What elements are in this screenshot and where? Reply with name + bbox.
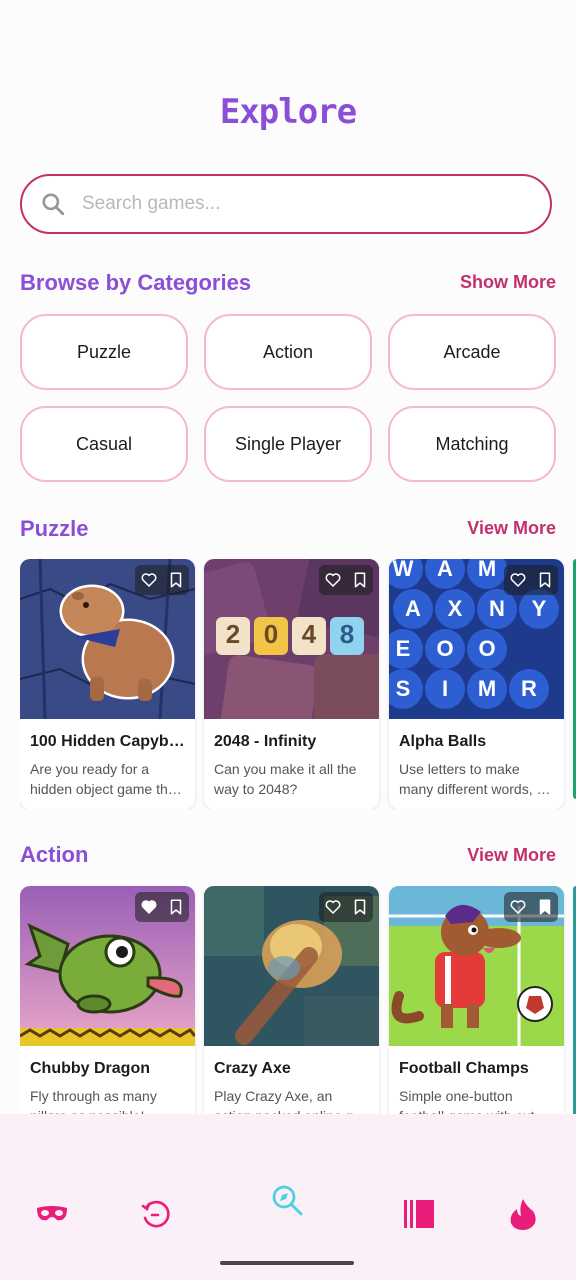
search-icon (42, 193, 65, 216)
card-actions (504, 565, 558, 595)
game-card-chubby-dragon[interactable]: Chubby Dragon Fly through as many pillar… (20, 886, 195, 1136)
page-title: Explore (219, 92, 357, 132)
tile-label: 2 (225, 619, 241, 649)
game-title: Football Champs (399, 1060, 529, 1077)
game-thumbnail (20, 886, 195, 1046)
game-title: Chubby Dragon (30, 1060, 150, 1077)
action-section-title: Action (20, 842, 89, 867)
nav-mask[interactable] (32, 1194, 72, 1234)
category-chip-puzzle[interactable]: Puzzle (20, 314, 188, 390)
puzzle-view-more-link[interactable]: View More (467, 518, 556, 539)
game-card-crazy-axe[interactable]: Crazy Axe Play Crazy Axe, an action pack… (204, 886, 379, 1136)
history-icon (141, 1200, 170, 1228)
letter-ball: O (467, 629, 507, 669)
game-description: Can you make it all the way to 2048? (214, 761, 357, 797)
nav-trending[interactable] (503, 1194, 543, 1234)
letter-ball: O (425, 629, 465, 669)
categories-title: Browse by Categories (20, 270, 252, 295)
letter-ball: S (389, 669, 423, 709)
flame-icon (510, 1199, 536, 1230)
heart-icon[interactable] (509, 571, 527, 589)
game-title: Crazy Axe (214, 1060, 291, 1077)
bookmark-filled-icon[interactable] (536, 898, 554, 916)
explore-icon (272, 1185, 303, 1216)
letter-ball: I (425, 669, 465, 709)
search-bar[interactable] (20, 174, 552, 234)
puzzle-section-title: Puzzle (20, 516, 89, 541)
category-chip-arcade[interactable]: Arcade (388, 314, 556, 390)
game-description: Use letters to make many different words… (399, 761, 551, 797)
bookmark-icon[interactable] (167, 898, 185, 916)
category-chip-single-player[interactable]: Single Player (204, 406, 372, 482)
game-thumbnail (20, 559, 195, 719)
letter-ball: M (467, 669, 507, 709)
action-games-row: Chubby Dragon Fly through as many pillar… (20, 886, 576, 1136)
category-chip-matching[interactable]: Matching (388, 406, 556, 482)
game-title: 2048 - Infinity (214, 733, 317, 750)
category-chip-casual[interactable]: Casual (20, 406, 188, 482)
game-description: Are you ready for a hidden object game t… (30, 761, 182, 797)
letter-ball: A (425, 559, 465, 589)
nav-library[interactable] (399, 1194, 439, 1234)
game-title: Alpha Balls (399, 733, 487, 750)
game-thumbnail: 2 0 4 8 (204, 559, 379, 719)
heart-icon[interactable] (509, 898, 527, 916)
bookmark-icon[interactable] (351, 898, 369, 916)
bookmark-icon[interactable] (167, 571, 185, 589)
game-thumbnail (389, 886, 564, 1046)
mask-icon (37, 1206, 67, 1221)
letter-ball: M (467, 559, 507, 589)
tile-label: 4 (301, 619, 317, 649)
letter-ball: R (509, 669, 549, 709)
category-grid: Puzzle Action Arcade Casual Single Playe… (20, 314, 556, 482)
puzzle-games-row: 100 Hidden Capyb… Are you ready for a hi… (20, 559, 576, 809)
bookmark-icon[interactable] (351, 571, 369, 589)
nav-explore[interactable] (267, 1180, 307, 1220)
tile-label: 8 (339, 619, 355, 649)
heart-icon[interactable] (140, 571, 158, 589)
bottom-navigation (0, 1114, 576, 1280)
game-title: 100 Hidden Capyb… (30, 733, 185, 750)
action-view-more-link[interactable]: View More (467, 845, 556, 866)
letter-ball: N (477, 589, 517, 629)
letter-ball: X (435, 589, 475, 629)
card-actions (135, 565, 189, 595)
game-thumbnail: W A M A X N Y E O O S I M R (389, 559, 564, 719)
heart-icon[interactable] (324, 898, 342, 916)
game-card-football-champs[interactable]: Football Champs Simple one-button footba… (389, 886, 564, 1136)
category-chip-action[interactable]: Action (204, 314, 372, 390)
card-actions (319, 565, 373, 595)
game-card-2048-infinity[interactable]: 2 0 4 8 2048 - Infinity Can you make it … (204, 559, 379, 809)
letter-ball: W (389, 559, 423, 589)
gesture-handle (220, 1261, 354, 1265)
library-icon (404, 1200, 434, 1228)
search-input[interactable] (80, 192, 484, 216)
letter-ball: A (393, 589, 433, 629)
game-thumbnail (204, 886, 379, 1046)
letter-ball: Y (519, 589, 559, 629)
bookmark-icon[interactable] (536, 571, 554, 589)
heart-filled-icon[interactable] (140, 898, 158, 916)
tile-label: 0 (263, 619, 279, 649)
card-actions (504, 892, 558, 922)
game-card-hidden-capybara[interactable]: 100 Hidden Capyb… Are you ready for a hi… (20, 559, 195, 809)
show-more-link[interactable]: Show More (460, 272, 556, 293)
card-actions (135, 892, 189, 922)
game-card-alpha-balls[interactable]: W A M A X N Y E O O S I M R Alpha Balls … (389, 559, 564, 809)
nav-history[interactable] (136, 1194, 176, 1234)
letter-ball: E (389, 629, 423, 669)
card-actions (319, 892, 373, 922)
heart-icon[interactable] (324, 571, 342, 589)
